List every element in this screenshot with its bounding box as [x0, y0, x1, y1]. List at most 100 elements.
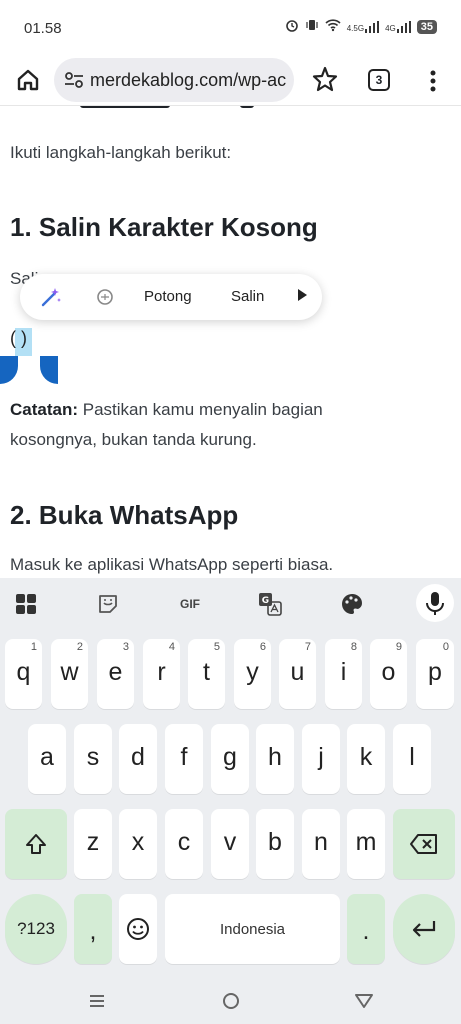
key-char: j [318, 743, 324, 771]
key-s[interactable]: s [74, 724, 112, 794]
key-z[interactable]: z [74, 809, 112, 879]
key-hint: 4 [168, 641, 175, 653]
microphone-button[interactable] [416, 584, 454, 622]
key-q[interactable]: 1q [5, 639, 42, 709]
key-char: k [359, 743, 373, 771]
key-w[interactable]: 2w [51, 639, 88, 709]
key-y[interactable]: 6y [234, 639, 271, 709]
backspace-icon [410, 834, 437, 854]
apps-grid-icon[interactable] [14, 592, 38, 616]
wifi-icon [325, 18, 341, 35]
translate-icon[interactable]: G [258, 592, 282, 616]
key-char: p [428, 658, 442, 686]
key-a[interactable]: a [28, 724, 66, 794]
symbols-key[interactable]: ?123 [5, 894, 67, 964]
more-options-icon[interactable] [298, 289, 307, 301]
key-char: i [340, 658, 347, 686]
key-g[interactable]: g [211, 724, 249, 794]
home-nav-icon[interactable] [221, 991, 241, 1016]
alarm-icon [285, 18, 299, 35]
key-char: n [314, 828, 328, 856]
key-hint: 5 [213, 641, 220, 653]
url-text: merdekablog.com/wp-ac [90, 70, 287, 90]
shift-icon [26, 834, 46, 854]
key-i[interactable]: 8i [325, 639, 362, 709]
selection-handle-end[interactable] [40, 356, 58, 384]
note-line-1: Catatan: Pastikan kamu menyalin bagian [10, 395, 323, 425]
status-icons: 4.5G 4G 35 [285, 18, 437, 35]
emoji-key[interactable] [119, 894, 157, 964]
copy-button[interactable]: Salin [231, 288, 264, 305]
key-n[interactable]: n [302, 809, 340, 879]
key-char: w [60, 658, 79, 686]
keyboard-toolbar: GIF G [0, 578, 461, 630]
key-e[interactable]: 3e [97, 639, 134, 709]
tabs-icon[interactable]: 3 [368, 69, 390, 91]
backspace-key[interactable] [393, 809, 455, 879]
key-char: z [86, 828, 100, 856]
gif-icon[interactable]: GIF [174, 592, 206, 616]
key-char: c [177, 828, 191, 856]
vibrate-icon [305, 18, 319, 35]
intro-text: Ikuti langkah-langkah berikut: [10, 143, 232, 162]
battery-icon: 35 [416, 19, 437, 34]
star-icon[interactable] [310, 64, 340, 94]
cut-button[interactable]: Potong [144, 288, 192, 305]
key-o[interactable]: 9o [370, 639, 407, 709]
space-key[interactable]: Indonesia [165, 894, 340, 964]
key-b[interactable]: b [256, 809, 294, 879]
comma-key[interactable]: , [74, 894, 112, 964]
key-hint: 0 [442, 641, 449, 653]
section2-title: 2. Buka WhatsApp [10, 500, 239, 530]
key-char: l [409, 743, 415, 771]
key-hint: 1 [30, 641, 37, 653]
more-vert-icon[interactable] [424, 66, 442, 96]
key-t[interactable]: 5t [188, 639, 225, 709]
address-bar[interactable]: merdekablog.com/wp-ac [54, 58, 294, 102]
key-p[interactable]: 0p [416, 639, 454, 709]
ai-sparkle-icon[interactable] [40, 286, 62, 308]
note-line-2: kosongnya, bukan tanda kurung. [10, 430, 257, 449]
key-char: a [40, 743, 54, 771]
key-d[interactable]: d [119, 724, 157, 794]
network-type-1: 4.5G [346, 23, 365, 33]
key-char: . [362, 917, 370, 945]
key-char: x [131, 828, 145, 856]
key-k[interactable]: k [347, 724, 385, 794]
key-hint: 9 [395, 641, 402, 653]
key-char: t [203, 658, 210, 686]
search-selection-icon[interactable] [96, 288, 114, 306]
key-c[interactable]: c [165, 809, 203, 879]
tune-icon[interactable] [64, 71, 84, 89]
selection-handle-start[interactable] [0, 356, 18, 384]
home-icon[interactable] [14, 66, 42, 94]
key-char: f [180, 743, 188, 771]
key-char: , [89, 917, 97, 945]
recents-icon[interactable] [88, 992, 106, 1015]
key-v[interactable]: v [211, 809, 249, 879]
theme-palette-icon[interactable] [340, 592, 364, 616]
selected-chars: ( ) [10, 328, 27, 348]
sticker-icon[interactable] [96, 592, 120, 616]
key-char: d [131, 743, 145, 771]
back-nav-icon[interactable] [354, 992, 374, 1015]
key-l[interactable]: l [393, 724, 431, 794]
section1-title: 1. Salin Karakter Kosong [10, 212, 318, 242]
key-x[interactable]: x [119, 809, 157, 879]
key-u[interactable]: 7u [279, 639, 316, 709]
key-f[interactable]: f [165, 724, 203, 794]
enter-icon [412, 921, 436, 937]
shift-key[interactable] [5, 809, 67, 879]
key-j[interactable]: j [302, 724, 340, 794]
enter-key[interactable] [393, 894, 455, 964]
period-key[interactable]: . [347, 894, 385, 964]
key-char: g [223, 743, 237, 771]
key-r[interactable]: 4r [143, 639, 180, 709]
network-type-2: 4G [385, 23, 396, 33]
key-char: v [223, 828, 237, 856]
note-text-1: Pastikan kamu menyalin bagian [78, 400, 323, 419]
key-h[interactable]: h [256, 724, 294, 794]
key-hint: 2 [76, 641, 83, 653]
space-label: Indonesia [219, 921, 286, 938]
key-m[interactable]: m [347, 809, 385, 879]
